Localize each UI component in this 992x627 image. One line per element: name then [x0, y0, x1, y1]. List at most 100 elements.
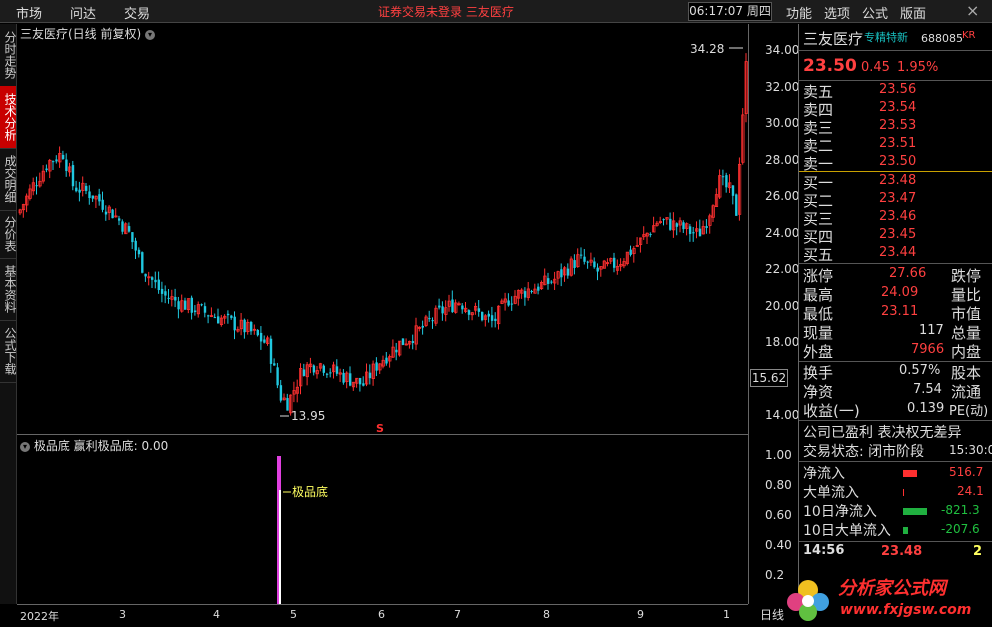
y-label: 18.00 [765, 335, 800, 349]
candle-body [137, 249, 141, 255]
x-label: 4 [213, 608, 220, 621]
login-notice[interactable]: 证券交易未登录 三友医疗 [378, 3, 514, 20]
tab-trade-detail[interactable]: 成交明细 [0, 148, 17, 211]
trade-status: 交易状态: 闭市阶段 15:30:0 [803, 443, 992, 460]
candle-body [230, 315, 233, 318]
candle-body [629, 249, 632, 255]
y-label: 34.00 [765, 43, 800, 57]
nav-trade[interactable]: 交易 [124, 3, 150, 22]
stat-row: 外盘 7966 内盘 [803, 342, 982, 361]
candle-body [243, 319, 246, 333]
kr-badge: KR [962, 30, 976, 41]
price-change: 0.45 [861, 60, 890, 75]
menu-function[interactable]: 功能 [786, 3, 812, 22]
tab-price-table[interactable]: 分价表 [0, 210, 17, 259]
watermark-text: 分析家公式网 [838, 578, 949, 599]
stock-code: 688085 [921, 32, 963, 45]
menu-layout[interactable]: 版面 [900, 3, 926, 22]
period-button[interactable]: 日线 [760, 606, 784, 623]
candle-body [101, 199, 104, 210]
candle-body [560, 269, 563, 278]
flow-bar [903, 489, 904, 496]
stat-row: 最高 24.09 量比 [803, 285, 982, 304]
flow-row: 净流入 516.7 [803, 465, 984, 482]
candle-body [375, 362, 378, 371]
tab-basic-info[interactable]: 基本资料 [0, 258, 17, 321]
ask-row: 卖二 23.51 [803, 136, 917, 155]
candle-body [273, 363, 276, 366]
candle-body [721, 176, 725, 178]
menu-formula[interactable]: 公式 [862, 3, 888, 22]
tab-formula-download[interactable]: 公式下载 [0, 320, 17, 383]
price-change-pct: 1.95% [897, 60, 939, 75]
candle-body [510, 303, 514, 305]
candle-body [550, 281, 553, 283]
candle-body [55, 159, 58, 162]
candle-body [596, 267, 599, 272]
candle-body [127, 226, 131, 232]
x-label: 5 [290, 608, 297, 621]
candle-body [698, 228, 702, 237]
y-label: 28.00 [765, 153, 800, 167]
candle-body [167, 297, 170, 299]
x-label: 2022年 [20, 610, 59, 623]
clock: 06:17:07 周四 [688, 2, 772, 21]
candle-body [302, 369, 306, 376]
menu-options[interactable]: 选项 [824, 3, 850, 22]
candle-body [688, 226, 692, 234]
candle-body [111, 209, 114, 219]
high-label: 34.28 [690, 42, 724, 56]
tag-badge: 专精特新 [864, 31, 908, 44]
stat-row: 净资 7.54 流通 [803, 382, 982, 401]
current-price-box: 15.62 [750, 369, 788, 387]
indicator-chart[interactable]: 极品底 [17, 450, 748, 604]
sub-y-label: 0.80 [765, 478, 792, 492]
nav-market[interactable]: 市场 [16, 3, 42, 22]
x-label: 6 [378, 608, 385, 621]
candle-body [325, 373, 329, 375]
y-label: 22.00 [765, 262, 800, 276]
stat-row: 最低 23.11 市值 [803, 304, 982, 323]
bid-row: 买三 23.46 [803, 209, 917, 228]
candle-body [467, 310, 471, 315]
bid-row: 买五 23.44 [803, 245, 917, 264]
candle-body [731, 185, 735, 196]
candle-body [312, 365, 316, 373]
candle-body [441, 306, 444, 314]
candle-body [477, 308, 481, 312]
candle-body [61, 154, 65, 160]
candle-body [151, 277, 154, 280]
candle-body [329, 372, 332, 374]
candle-body [368, 372, 372, 379]
candlestick-chart[interactable]: 34.28 13.95 S [17, 24, 748, 434]
candle-body [421, 325, 424, 328]
tick-row: 14:56 23.48 2 [803, 543, 983, 559]
flow-row: 10日净流入 -821.3 [803, 503, 980, 520]
candle-body [725, 175, 728, 188]
candle-body [193, 310, 197, 313]
candle-body [174, 296, 177, 301]
close-icon[interactable]: × [966, 1, 979, 20]
candle-body [537, 286, 540, 291]
y-label: 30.00 [765, 116, 800, 130]
candle-body [45, 168, 48, 171]
sub-y-label: 0.60 [765, 508, 792, 522]
left-tabs: 分时走势 技术分析 成交明细 分价表 基本资料 公式下载 [0, 24, 17, 604]
flow-bar [903, 527, 908, 534]
candle-body [164, 291, 167, 296]
y-label: 20.00 [765, 299, 800, 313]
nav-wenda[interactable]: 问达 [70, 3, 96, 22]
watermark-url: www.fxjgsw.com [840, 602, 971, 618]
candle-body [154, 279, 157, 283]
tab-timeshare[interactable]: 分时走势 [0, 24, 17, 87]
candle-body [256, 329, 259, 336]
ask-row: 卖四 23.54 [803, 100, 917, 119]
candle-body [71, 165, 75, 187]
tab-technical[interactable]: 技术分析 [0, 86, 17, 149]
x-axis: 2022年 3 4 5 6 7 8 9 1 [17, 604, 748, 627]
candle-body [481, 311, 484, 321]
flow-row: 大单流入 24.1 [803, 484, 984, 501]
y-label: 26.00 [765, 189, 800, 203]
candle-body [65, 159, 68, 171]
candle-body [88, 191, 91, 198]
